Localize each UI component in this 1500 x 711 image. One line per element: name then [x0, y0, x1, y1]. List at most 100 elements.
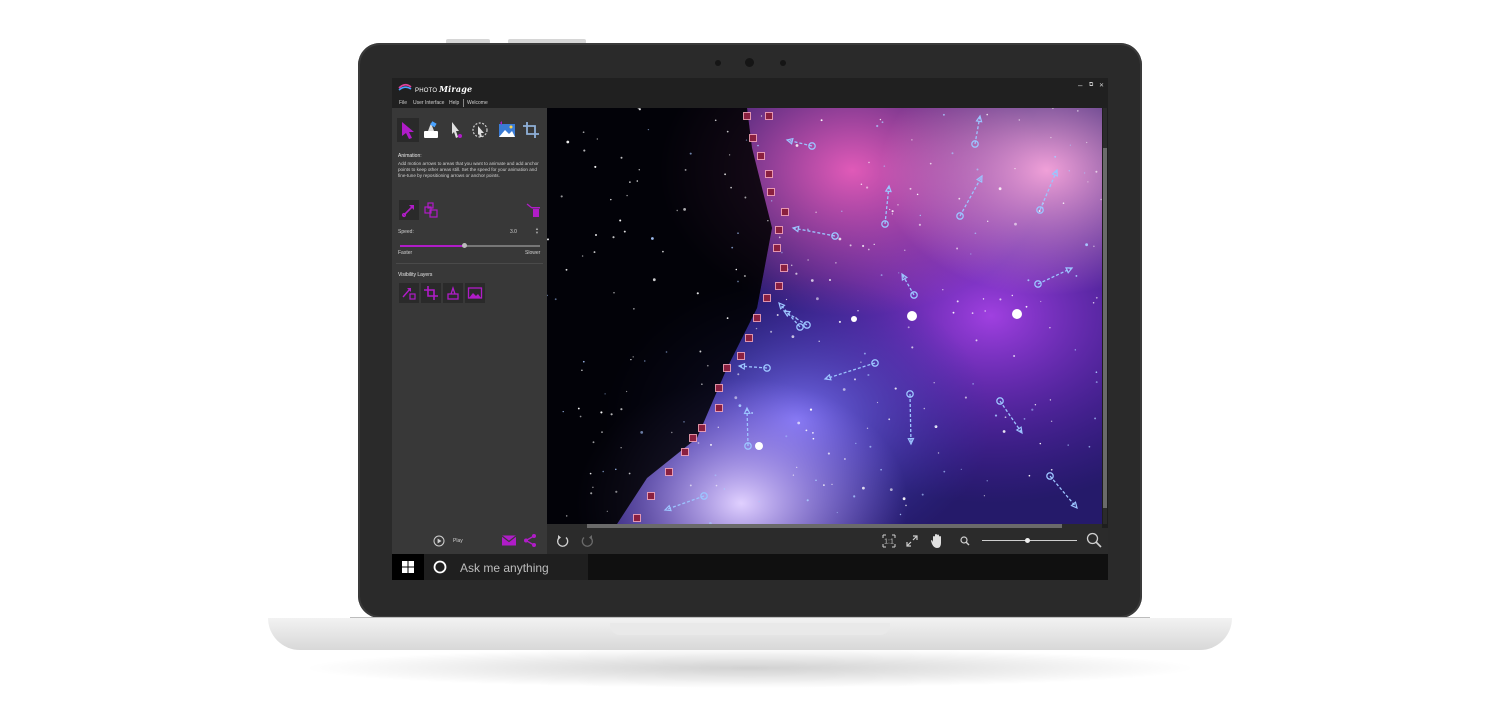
anchor-point[interactable] [765, 112, 773, 120]
anchor-point[interactable] [780, 264, 788, 272]
star [714, 119, 717, 122]
star [647, 128, 650, 131]
anchor-point[interactable] [681, 448, 689, 456]
image-canvas[interactable] [547, 108, 1102, 524]
star [738, 404, 742, 407]
anchor-point[interactable] [633, 514, 641, 522]
redo-icon[interactable] [580, 534, 594, 548]
vertical-scroll-thumb[interactable] [1103, 148, 1107, 508]
start-button[interactable] [392, 554, 424, 580]
star [986, 113, 989, 116]
anchor-point[interactable] [723, 364, 731, 372]
layer-toggle-image[interactable] [465, 283, 485, 303]
anchor-point[interactable] [715, 384, 723, 392]
star [1018, 119, 1021, 121]
anchor-point[interactable] [749, 134, 757, 142]
star [838, 237, 842, 241]
star [615, 468, 617, 471]
email-icon[interactable] [501, 534, 517, 547]
star [1011, 294, 1014, 297]
star [857, 310, 859, 312]
anchor-point[interactable] [763, 294, 771, 302]
anchor-point[interactable] [698, 424, 706, 432]
delete-points-button[interactable] [523, 200, 543, 220]
animate-tool-button[interactable] [397, 118, 419, 142]
anchor-point[interactable] [743, 112, 751, 120]
layer-toggle-mask[interactable] [443, 283, 463, 303]
layer-toggle-arrows[interactable] [399, 283, 419, 303]
faster-label: Faster [398, 250, 413, 256]
anchor-point[interactable] [665, 468, 673, 476]
star [881, 121, 884, 124]
anchor-point[interactable] [737, 352, 745, 360]
anchor-point[interactable] [765, 170, 773, 178]
star [818, 340, 820, 343]
share-icon[interactable] [523, 533, 538, 548]
minimize-button[interactable]: – [1078, 81, 1082, 90]
star [823, 484, 825, 486]
menu-help[interactable]: Help [449, 100, 459, 106]
lasso-tool-button[interactable] [469, 118, 491, 142]
star [737, 280, 739, 283]
menu-welcome[interactable]: Welcome [467, 100, 488, 106]
star [1023, 418, 1026, 420]
anchor-point[interactable] [745, 334, 753, 342]
star [547, 238, 550, 241]
motion-arrow-button[interactable] [399, 200, 419, 220]
anchor-point-button[interactable] [421, 200, 441, 220]
zoom-out-icon[interactable] [960, 536, 970, 546]
star [602, 470, 604, 473]
star [632, 356, 634, 358]
anchor-point[interactable] [753, 314, 761, 322]
star [862, 486, 865, 490]
anchor-point[interactable] [757, 152, 765, 160]
anchor-point[interactable] [647, 492, 655, 500]
close-button[interactable]: ✕ [1099, 82, 1104, 89]
restore-button[interactable]: ⧉ [1089, 82, 1093, 89]
animate-arrow-icon [402, 122, 414, 139]
crop-tool-button[interactable] [520, 118, 542, 142]
cortana-icon [433, 560, 447, 574]
speed-slider-fill [400, 245, 465, 247]
taskbar-search[interactable]: Ask me anything [424, 554, 588, 580]
star [689, 152, 692, 155]
star [565, 268, 568, 271]
menu-user-interface[interactable]: User Interface [413, 100, 444, 106]
menu-file[interactable]: File [399, 100, 407, 106]
undo-icon[interactable] [556, 534, 570, 548]
anchor-point[interactable] [689, 434, 697, 442]
anchor-point[interactable] [775, 282, 783, 290]
speed-slider-handle[interactable] [462, 243, 468, 248]
select-tool-button[interactable] [445, 118, 467, 142]
vertical-scrollbar[interactable] [1103, 108, 1107, 524]
layer-toggle-crop[interactable] [421, 283, 441, 303]
anchor-point[interactable] [715, 404, 723, 412]
anchor-point[interactable] [775, 226, 783, 234]
star [805, 429, 808, 432]
speed-spinner[interactable]: ▲ ▼ [535, 227, 539, 235]
image-layer-icon [467, 287, 483, 299]
play-icon[interactable] [433, 535, 445, 547]
play-label[interactable]: Play [453, 538, 463, 544]
speed-input[interactable]: 3.0 [510, 229, 517, 235]
star [902, 497, 906, 501]
fit-screen-icon[interactable] [905, 534, 919, 548]
overlay-image-icon [499, 121, 515, 137]
star [717, 426, 719, 428]
mask-tool-button[interactable] [420, 118, 442, 142]
anchor-point[interactable] [767, 188, 775, 196]
star [731, 246, 734, 249]
star [689, 484, 692, 487]
actual-size-icon[interactable]: 1:1 [882, 534, 896, 548]
overlay-tool-button[interactable] [496, 118, 518, 142]
speed-slider[interactable] [400, 243, 540, 248]
star [891, 210, 894, 213]
star [726, 130, 729, 133]
anchor-point[interactable] [773, 244, 781, 252]
pan-hand-icon[interactable] [930, 533, 944, 549]
star [767, 220, 769, 222]
app-title-prefix: PHOTO [415, 88, 438, 94]
zoom-in-icon[interactable] [1086, 532, 1102, 548]
anchor-point[interactable] [781, 208, 789, 216]
zoom-slider-handle[interactable] [1024, 538, 1030, 543]
